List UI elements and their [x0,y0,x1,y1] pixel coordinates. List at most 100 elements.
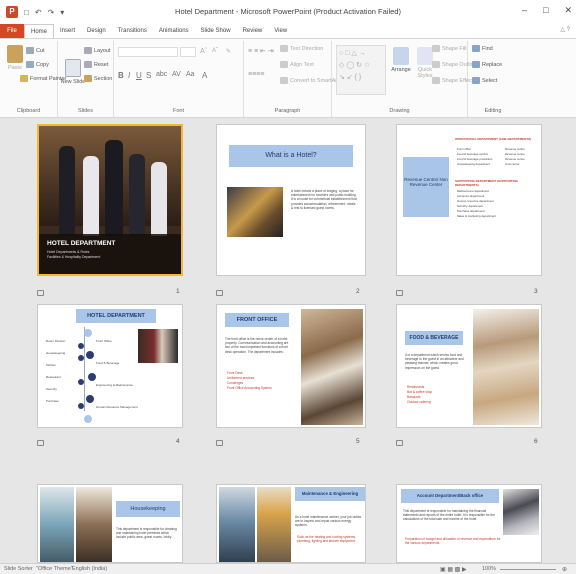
find-button[interactable]: Find [472,45,493,52]
arrange-button[interactable]: Arrange [388,47,414,73]
left-item: Restaurant [46,375,61,379]
help-icon[interactable]: △ ? [560,26,570,33]
select-button[interactable]: Select [472,77,497,84]
change-case-icon[interactable]: Aa [186,71,195,78]
maximize-icon[interactable]: □ [543,5,548,16]
new-slide-icon [65,59,81,77]
slide-5-body: The front office is the nerve center of … [225,337,289,354]
select-icon [472,77,480,84]
copy-button[interactable]: Copy [26,61,49,68]
tab-slide-show[interactable]: Slide Show [195,24,237,38]
tab-transitions[interactable]: Transitions [112,24,153,38]
text-direction-button[interactable]: Text Direction [280,45,323,52]
replace-button[interactable]: Replace [472,61,502,68]
list1b-item: Cost centre [505,162,520,166]
underline-icon[interactable]: U [136,71,142,80]
hotel-staff-photo-small [138,329,178,363]
tab-animations[interactable]: Animations [153,24,195,38]
text-direction-icon [280,45,288,52]
language-status[interactable]: English (India) [72,566,107,572]
layout-icon [84,47,92,54]
slide-thumbnail-9[interactable]: Account Department/Back office This depa… [396,484,542,563]
slide-3-list-1b: Revenue centre Revenue centre Revenue ce… [505,147,541,167]
left-item: Room Division [46,339,66,343]
slide-9-body: This department is responsible for maint… [403,509,495,522]
tab-view[interactable]: View [268,24,293,38]
slide-thumbnail-7[interactable]: Housekeeping This department is responsi… [37,484,183,563]
section-label: Section [94,75,113,82]
drawing-group-label: Drawing [389,108,410,114]
font-name-dropdown[interactable] [118,47,178,57]
shadow-icon[interactable]: S [146,71,151,80]
zoom-slider[interactable] [500,569,556,570]
slide-thumbnail-1[interactable]: HOTEL DEPARTMENT Hotel Departments & Rol… [37,124,183,276]
slide-3-list-1: Front office Food & beverage service Foo… [457,147,501,167]
smartart-icon [280,77,288,84]
slide-4-title: HOTEL DEPARTMENT [76,309,156,323]
slide-3-heading-1: OPERATIONAL DEPARTMENT (LINE DEPARTMENTS… [455,137,532,141]
cut-button[interactable]: Cut [26,47,45,54]
slide-thumbnail-6[interactable]: FOOD & BEVERAGE It is a department which… [396,304,542,428]
accounts-photo [503,489,539,535]
slide-3-notes-icon [396,290,403,296]
slide-4-number: 4 [176,438,180,445]
section-button[interactable]: Section [84,75,112,82]
bullets-icon[interactable]: ≡ ≡ ⇤ ⇥ [248,47,274,55]
layout-label: Layout [94,47,111,54]
align-text-button[interactable]: Align Text [280,61,314,68]
layout-button[interactable]: Layout [84,47,111,54]
strikethrough-icon[interactable]: abc [156,71,167,78]
shapes-gallery[interactable]: ○ □ △ → ◇ ◯ ↻ ☆ ↘ ↙ { } [336,45,386,95]
tab-insert[interactable]: Insert [54,24,81,38]
reset-button[interactable]: Reset [84,61,108,68]
shape-fill-button[interactable]: Shape Fill [432,45,466,52]
status-bar: Slide Sorter "Office Theme" English (Ind… [0,563,576,574]
slide-thumbnail-5[interactable]: FRONT OFFICE The front office is the ner… [216,304,366,428]
arrange-label: Arrange [391,67,411,73]
slides-group: New Slide Layout Reset Section Slides [58,41,114,117]
view-buttons[interactable]: ▣ ▦ ▩ ▶ [440,566,467,573]
zoom-level[interactable]: 100% [482,566,496,572]
tab-design[interactable]: Design [81,24,112,38]
bold-icon[interactable]: B [118,71,124,80]
minimize-icon[interactable]: – [522,5,527,16]
tab-home[interactable]: Home [24,24,55,38]
slide-1-subtitle-2: Facilities & Hospitality Department [47,255,101,259]
slide-thumbnail-3[interactable]: Revenue Centre/ Non Revenue Center OPERA… [396,124,542,276]
new-slide-button[interactable]: New Slide [60,59,86,85]
slide-thumbnail-2[interactable]: What is a Hotel? A hotel means a place o… [216,124,366,276]
slide-2-notes-icon [216,290,223,296]
fit-slide-icon[interactable]: ⊕ [562,566,567,573]
font-color-icon[interactable]: A [202,71,207,80]
font-group-label: Font [172,108,184,114]
list2-item: Sales & marketing department [457,214,496,218]
slide-thumbnail-4[interactable]: HOTEL DEPARTMENT Room Division Housekeep… [37,304,183,428]
convert-smartart-button[interactable]: Convert to SmartArt [280,77,339,84]
quick-styles-icon [417,47,433,65]
tab-file[interactable]: File [0,24,24,38]
font-size-dropdown[interactable] [180,47,196,57]
align-icon[interactable]: ≡≡≡≡ [248,71,264,78]
close-icon[interactable]: ✕ [564,5,572,16]
arrange-icon [393,47,409,65]
maintenance-photo-1 [219,487,255,562]
shrink-font-icon[interactable]: Aˇ [212,48,218,54]
slide-thumbnail-8[interactable]: Maintenance & Engineering As a hotel mai… [216,484,366,563]
slide-6-notes-icon [396,440,403,446]
char-spacing-icon[interactable]: AV [172,71,181,78]
staff-figure-3 [105,140,123,236]
slide-3-list-2: Maintenance department Accounts departme… [457,189,537,219]
left-item: Purchase [46,399,59,403]
replace-icon [472,61,480,68]
shape-outline-icon [432,61,440,68]
tab-review[interactable]: Review [237,24,269,38]
paste-label: Paste [7,65,23,71]
staff-figure-2 [83,156,99,236]
grow-font-icon[interactable]: Aˆ [200,48,207,55]
clear-format-icon[interactable]: ✎ [226,48,231,55]
slide-8-bullet: Such as the heating and cooling systems,… [297,535,356,544]
paste-button[interactable]: Paste [2,45,28,71]
slide-2-body: A hotel means a place of lodging, a plac… [291,189,357,210]
shape-effects-icon [432,77,440,84]
italic-icon[interactable]: I [128,71,130,80]
